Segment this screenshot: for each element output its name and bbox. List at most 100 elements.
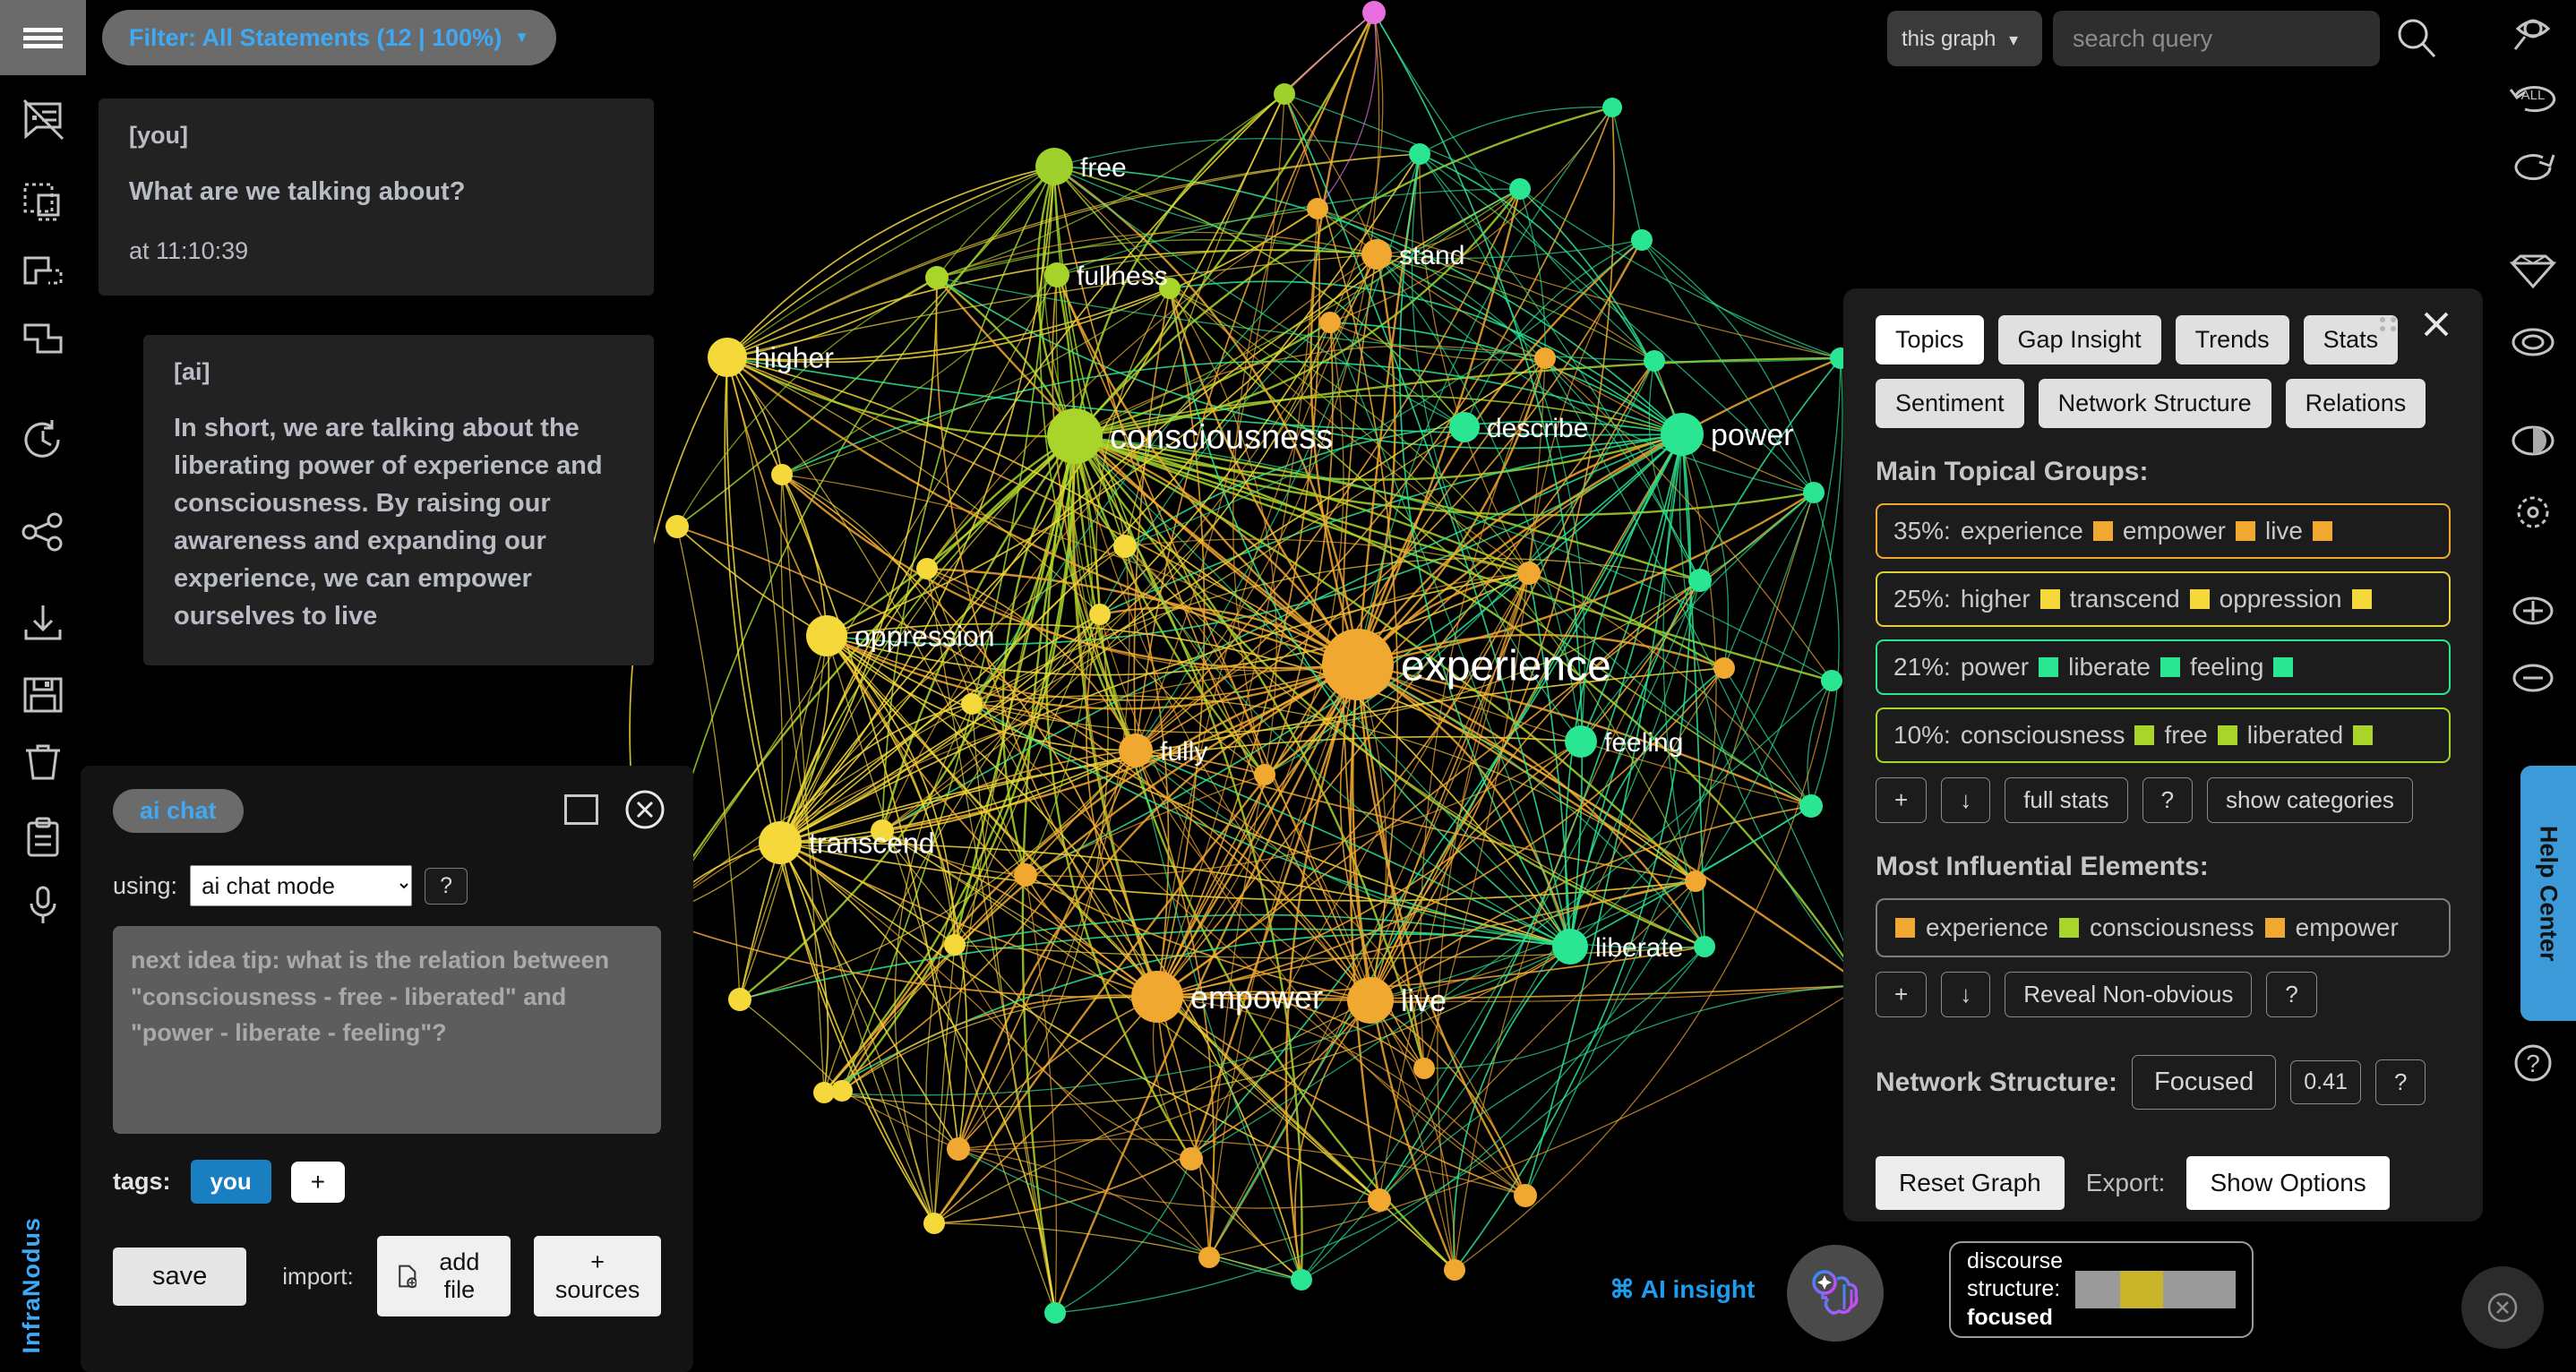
tag-you-button[interactable]: you xyxy=(190,1160,271,1204)
graph-node[interactable] xyxy=(1602,98,1622,117)
zoom-in-icon[interactable] xyxy=(2501,582,2565,639)
graph-node-power[interactable] xyxy=(1661,413,1704,456)
hide-statements-icon[interactable] xyxy=(9,91,77,149)
graph-node[interactable] xyxy=(1198,1247,1220,1268)
topic-control-[interactable]: ? xyxy=(2142,777,2194,823)
graph-node[interactable] xyxy=(1799,794,1823,818)
topical-group-row[interactable]: 25%: higher transcend oppression xyxy=(1876,571,2451,627)
refresh-icon[interactable] xyxy=(2501,139,2565,196)
influential-control-[interactable]: ↓ xyxy=(1941,972,1991,1017)
graph-node[interactable] xyxy=(1319,312,1341,333)
graph-node-empower[interactable] xyxy=(1131,971,1183,1023)
tab-gap-insight[interactable]: Gap Insight xyxy=(1997,315,2161,364)
history-icon[interactable] xyxy=(9,411,77,468)
topic-word[interactable]: higher xyxy=(1961,585,2031,613)
influential-word[interactable]: consciousness xyxy=(2090,913,2254,942)
topical-group-row[interactable]: 35%: experience empower live xyxy=(1876,503,2451,559)
topic-word[interactable]: liberate xyxy=(2068,653,2151,682)
premium-diamond-icon[interactable] xyxy=(2501,242,2565,299)
filter-statements-button[interactable]: Filter: All Statements (12 | 100%) ▼ xyxy=(102,10,557,65)
show-options-button[interactable]: Show Options xyxy=(2186,1156,2390,1210)
select-all-icon[interactable]: ALL xyxy=(2501,72,2565,129)
topic-control-[interactable]: ↓ xyxy=(1941,777,1991,823)
topic-word[interactable]: consciousness xyxy=(1961,721,2125,750)
share-graph-icon[interactable] xyxy=(9,503,77,561)
add-file-button[interactable]: add file xyxy=(376,1236,511,1316)
microphone-icon[interactable] xyxy=(9,877,77,934)
graph-node-free[interactable] xyxy=(1035,148,1073,185)
graph-node-describe[interactable] xyxy=(1449,412,1480,442)
sources-button[interactable]: + sources xyxy=(534,1236,661,1316)
combine-shapes-icon[interactable] xyxy=(9,313,77,370)
topic-control-full-stats[interactable]: full stats xyxy=(2005,777,2128,823)
save-disk-icon[interactable] xyxy=(9,666,77,724)
focus-circle-icon[interactable] xyxy=(2501,313,2565,371)
topic-word[interactable]: feeling xyxy=(2190,653,2264,682)
graph-node[interactable] xyxy=(1444,1259,1465,1281)
influential-word[interactable]: experience xyxy=(1926,913,2048,942)
graph-node[interactable] xyxy=(665,515,689,538)
graph-node-fully[interactable] xyxy=(1119,733,1153,767)
minimize-icon[interactable] xyxy=(564,794,598,825)
graph-node[interactable] xyxy=(1688,569,1712,592)
graph-node[interactable] xyxy=(1803,482,1825,503)
ai-insight-button[interactable] xyxy=(1787,1245,1884,1342)
graph-node[interactable] xyxy=(1362,1,1386,24)
graph-node[interactable] xyxy=(1180,1147,1203,1170)
topic-word[interactable]: power xyxy=(1961,653,2029,682)
graph-node[interactable] xyxy=(1409,143,1430,165)
graph-node[interactable] xyxy=(925,266,949,289)
settings-gear-icon[interactable] xyxy=(2501,484,2565,541)
graph-node-transcend[interactable] xyxy=(759,821,802,864)
graph-node[interactable] xyxy=(1113,535,1137,558)
contrast-icon[interactable] xyxy=(2501,412,2565,469)
close-x-icon[interactable] xyxy=(2420,308,2452,340)
graph-node[interactable] xyxy=(1534,347,1556,369)
tab-network-structure[interactable]: Network Structure xyxy=(2038,379,2271,428)
graph-node[interactable] xyxy=(1254,764,1275,785)
topic-word[interactable]: liberated xyxy=(2247,721,2343,750)
graph-node[interactable] xyxy=(944,934,966,956)
graph-node[interactable] xyxy=(728,988,751,1011)
graph-node[interactable] xyxy=(1644,350,1665,372)
graph-node[interactable] xyxy=(1517,562,1541,585)
graph-node[interactable] xyxy=(1685,870,1706,892)
infranodus-brand-logo[interactable]: InfraNodus xyxy=(18,1217,46,1354)
graph-node-consciousness[interactable] xyxy=(1047,408,1103,464)
download-icon[interactable] xyxy=(9,595,77,652)
topic-word[interactable]: live xyxy=(2265,517,2303,545)
tab-trends[interactable]: Trends xyxy=(2175,315,2289,364)
close-circle-icon[interactable] xyxy=(623,788,666,831)
graph-node[interactable] xyxy=(813,1082,835,1103)
ai-chat-mode-select[interactable]: ai chat mode xyxy=(190,865,413,906)
save-button[interactable]: save xyxy=(113,1247,247,1306)
network-structure-help-button[interactable]: ? xyxy=(2374,1059,2426,1105)
graph-node[interactable] xyxy=(1274,83,1295,105)
help-center-tab[interactable]: Help Center xyxy=(2520,766,2576,1021)
network-structure-value[interactable]: Focused xyxy=(2132,1055,2277,1110)
topical-group-row[interactable]: 21%: power liberate feeling xyxy=(1876,639,2451,695)
topical-group-row[interactable]: 10%: consciousness free liberated xyxy=(1876,707,2451,763)
graph-node-stand[interactable] xyxy=(1361,239,1392,270)
graph-node[interactable] xyxy=(1044,1302,1066,1324)
topic-word[interactable]: transcend xyxy=(2070,585,2180,613)
drag-handle-icon[interactable] xyxy=(2375,313,2400,342)
graph-node[interactable] xyxy=(1368,1188,1391,1212)
add-tag-button[interactable]: + xyxy=(290,1161,346,1203)
tab-topics[interactable]: Topics xyxy=(1876,315,1984,364)
clipboard-icon[interactable] xyxy=(9,810,77,867)
influential-control-[interactable]: ? xyxy=(2266,972,2317,1017)
view-eye-icon[interactable] xyxy=(2501,5,2565,63)
graph-node[interactable] xyxy=(1631,229,1653,251)
graph-node[interactable] xyxy=(1514,1184,1537,1207)
bottom-close-button[interactable] xyxy=(2461,1266,2544,1349)
most-influential-elements-box[interactable]: experience consciousness empower xyxy=(1876,898,2451,957)
graph-node-fullness[interactable] xyxy=(1044,262,1069,287)
graph-node-higher[interactable] xyxy=(708,338,747,377)
graph-node[interactable] xyxy=(961,693,983,715)
graph-node[interactable] xyxy=(1509,178,1531,200)
merge-shapes-icon[interactable] xyxy=(9,245,77,303)
chat-message-you[interactable]: [you] What are we talking about? at 11:1… xyxy=(99,99,654,296)
search-scope-select[interactable]: this graph xyxy=(1887,11,2042,66)
topic-word[interactable]: oppression xyxy=(2220,585,2342,613)
